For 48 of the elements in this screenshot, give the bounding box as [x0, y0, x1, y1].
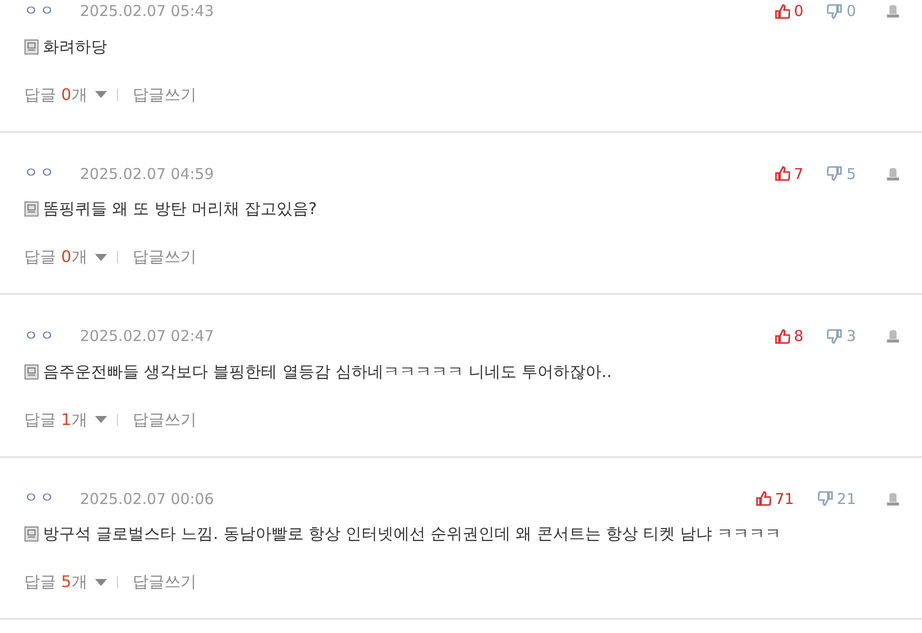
caret-icon[interactable] — [95, 578, 108, 586]
thumbs-down-icon[interactable] — [827, 328, 842, 344]
memo-icon — [24, 38, 39, 54]
comment-date: 2025.02.07 02:47 — [80, 326, 214, 347]
write-reply-link[interactable]: 답글쓰기 — [132, 82, 196, 106]
dislike-count: 21 — [836, 488, 856, 510]
dislike-count: 0 — [846, 1, 856, 22]
reply-count-link[interactable]: 답글 1개 — [24, 408, 88, 432]
thumbs-down-icon[interactable] — [827, 4, 842, 19]
comment-text: 똠핑퀴들 왜 또 방탄 머리채 잡고있음? — [43, 198, 317, 220]
write-reply-link[interactable]: 답글쓰기 — [132, 245, 196, 269]
reply-count-link[interactable]: 답글 5개 — [24, 570, 88, 594]
thumbs-up-icon[interactable] — [774, 4, 790, 19]
thumbs-down-icon[interactable] — [818, 491, 833, 506]
comment-date: 2025.02.07 05:43 — [80, 1, 214, 22]
comment-date: 2025.02.07 00:06 — [80, 488, 214, 510]
reply-count-link[interactable]: 답글 0개 — [24, 245, 88, 269]
like-count: 0 — [794, 1, 804, 22]
thumbs-up-icon[interactable] — [774, 166, 790, 182]
author-name: ㅇㅇ — [24, 326, 56, 346]
dislike-count: 5 — [846, 164, 856, 184]
caret-icon[interactable] — [95, 91, 108, 98]
memo-icon — [24, 201, 39, 217]
thumbs-up-icon[interactable] — [774, 328, 790, 344]
memo-icon — [24, 364, 39, 380]
author-name: ㅇㅇ — [24, 489, 56, 508]
comment-date: 2025.02.07 04:59 — [80, 164, 214, 184]
dislike-count: 3 — [846, 326, 856, 347]
comment-text: 음주운전빠들 생각보다 블핑한테 열등감 심하네ㅋㅋㅋㅋㅋ 니네도 투어하잖아.. — [43, 360, 612, 382]
like-count: 7 — [794, 164, 804, 184]
caret-icon[interactable] — [95, 254, 108, 260]
caret-icon[interactable] — [95, 416, 108, 423]
like-count: 71 — [774, 488, 794, 510]
write-reply-link[interactable]: 답글쓰기 — [132, 570, 196, 594]
comment-text: 방구석 글로벌스타 느낌. 동남아빨로 항상 인터넷에선 순위권인데 왜 콘서트는 항상 티켓 남냐 ㅋㅋㅋㅋ — [43, 523, 782, 545]
write-reply-link[interactable]: 답글쓰기 — [132, 408, 196, 432]
author-name: ㅇㅇ — [24, 2, 56, 21]
memo-icon — [24, 526, 39, 542]
report-icon[interactable] — [886, 329, 900, 344]
report-icon[interactable] — [886, 4, 900, 18]
thumbs-up-icon[interactable] — [756, 491, 771, 506]
comment-text: 화려하당 — [43, 36, 107, 58]
report-icon[interactable] — [886, 166, 900, 181]
report-icon[interactable] — [886, 492, 900, 506]
like-count: 8 — [794, 326, 804, 347]
author-name: ㅇㅇ — [24, 164, 56, 184]
reply-count-link[interactable]: 답글 0개 — [24, 82, 88, 106]
thumbs-down-icon[interactable] — [827, 166, 842, 182]
